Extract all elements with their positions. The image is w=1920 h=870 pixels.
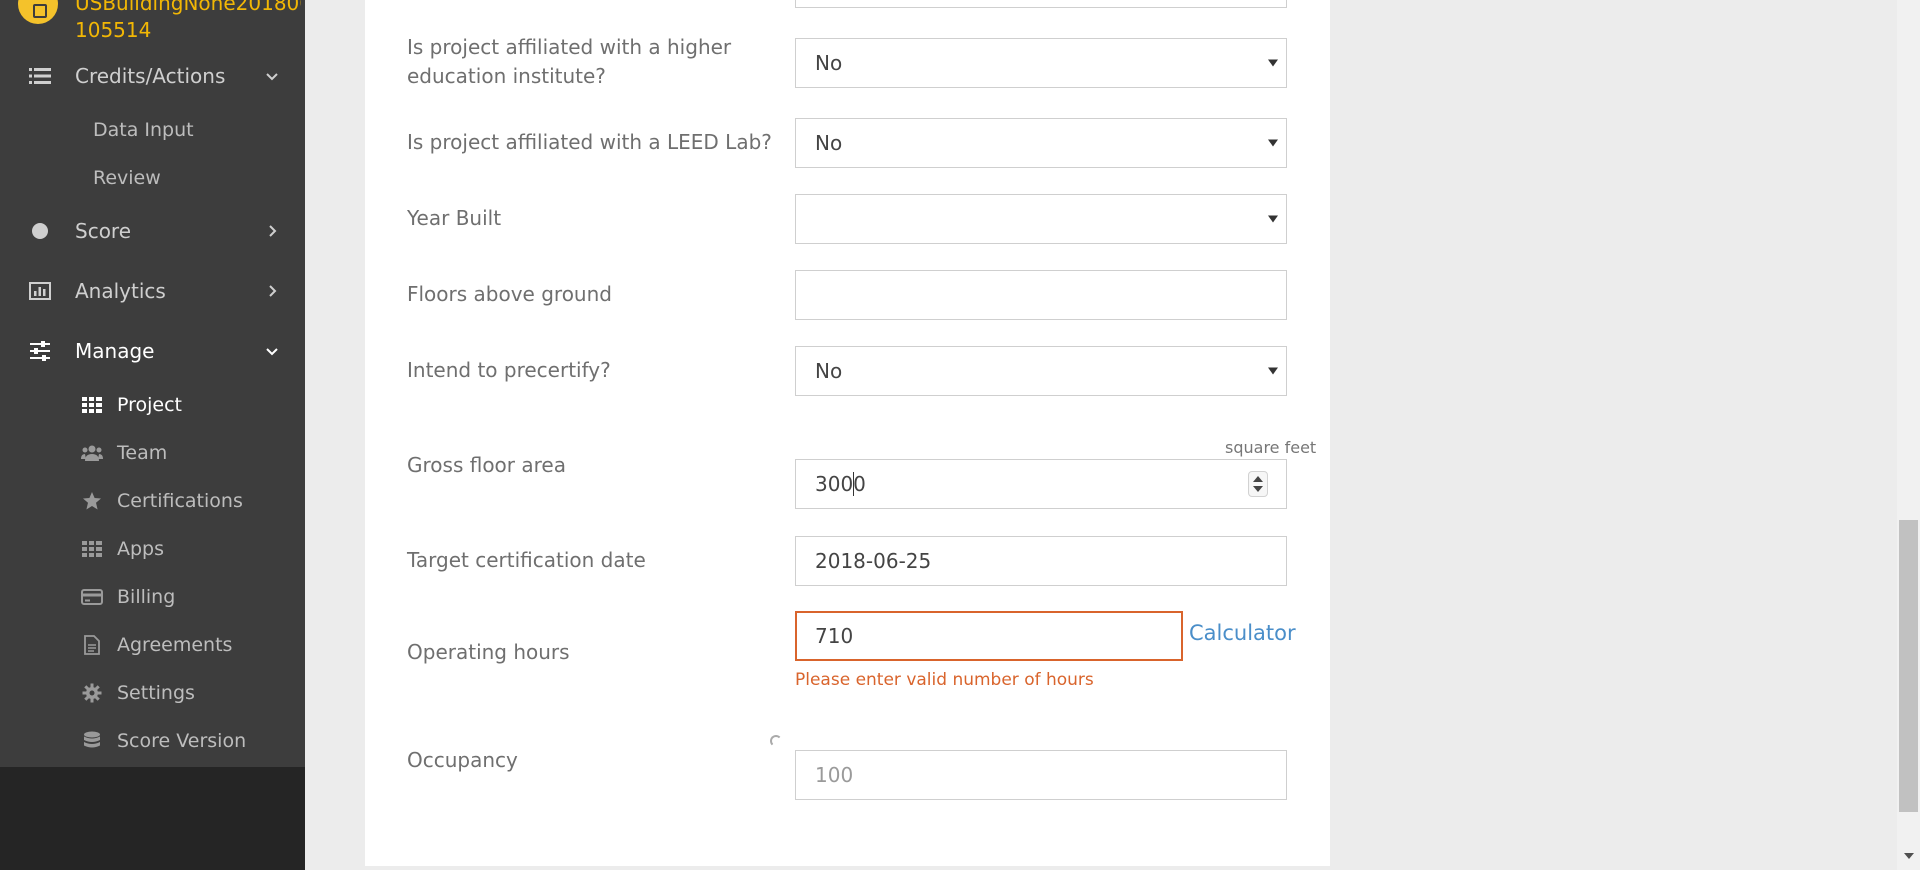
target-date-label: Target certification date — [407, 548, 646, 572]
nav-credits-actions-label: Credits/Actions — [75, 64, 226, 88]
floors-label: Floors above ground — [407, 282, 612, 306]
operating-hours-label: Operating hours — [407, 640, 570, 664]
year-built-select[interactable] — [795, 194, 1287, 244]
sub-item-score-version-label: Score Version — [117, 730, 247, 752]
floors-input[interactable] — [795, 270, 1287, 320]
caret-down-icon — [1268, 59, 1278, 67]
year-built-label: Year Built — [407, 206, 502, 230]
sub-item-data-input[interactable]: Data Input — [0, 108, 305, 152]
main-content: Is project affiliated with a higher educ… — [305, 0, 1897, 870]
sub-item-certifications-label: Certifications — [117, 490, 243, 512]
sub-item-billing[interactable]: Billing — [0, 575, 305, 619]
nav-analytics-label: Analytics — [75, 279, 166, 303]
caret-down-icon — [1268, 215, 1278, 223]
calculator-link[interactable]: Calculator — [1189, 621, 1296, 645]
chevron-right-icon — [269, 225, 277, 237]
higher-ed-value: No — [815, 51, 843, 75]
users-icon — [81, 442, 103, 464]
precertify-value: No — [815, 359, 843, 383]
sidebar-menu: USBuildingNone2018061 105514 Credits/Act… — [0, 0, 305, 767]
project-name-line2: 105514 — [75, 18, 152, 42]
bar-chart-icon — [28, 279, 52, 303]
sub-item-project[interactable]: Project — [0, 383, 305, 427]
target-date-value: 2018-06-25 — [815, 549, 932, 573]
chevron-down-icon — [266, 73, 278, 81]
text-cursor — [853, 472, 854, 496]
scroll-down-arrow-icon[interactable] — [1904, 853, 1914, 859]
sub-item-review[interactable]: Review — [0, 156, 305, 200]
sub-item-settings-label: Settings — [117, 682, 195, 704]
chevron-down-icon — [266, 348, 278, 356]
grid-icon — [81, 394, 103, 416]
leed-lab-select[interactable]: No — [795, 118, 1287, 168]
gross-floor-area-label: Gross floor area — [407, 453, 566, 477]
gear-icon — [81, 682, 103, 704]
list-icon — [28, 64, 52, 88]
sub-item-review-label: Review — [93, 167, 161, 189]
project-name-line1: USBuildingNone2018061 — [75, 0, 301, 15]
circle-icon — [28, 219, 52, 243]
leed-lab-label: Is project affiliated with a LEED Lab? — [407, 130, 772, 154]
loading-spinner-icon — [770, 735, 782, 747]
sub-item-billing-label: Billing — [117, 586, 176, 608]
sub-item-apps[interactable]: Apps — [0, 527, 305, 571]
sub-item-team[interactable]: Team — [0, 431, 305, 475]
caret-down-icon — [1268, 367, 1278, 375]
sub-item-team-label: Team — [117, 442, 168, 464]
chevron-right-icon — [269, 285, 277, 297]
nav-analytics[interactable]: Analytics — [0, 267, 305, 315]
sub-item-settings[interactable]: Settings — [0, 671, 305, 715]
project-name: USBuildingNone2018061 105514 — [75, 0, 301, 42]
sub-item-project-label: Project — [117, 394, 183, 416]
nav-manage-label: Manage — [75, 339, 155, 363]
nav-score[interactable]: Score — [0, 207, 305, 255]
higher-ed-select[interactable]: No — [795, 38, 1287, 88]
previous-field[interactable] — [795, 0, 1287, 8]
project-details-card: Is project affiliated with a higher educ… — [365, 0, 1330, 866]
building-icon — [18, 0, 58, 24]
apps-grid-icon — [81, 538, 103, 560]
occupancy-value: 100 — [815, 763, 854, 787]
leed-lab-value: No — [815, 131, 843, 155]
sub-item-agreements[interactable]: Agreements — [0, 623, 305, 667]
star-icon — [81, 490, 103, 512]
sub-item-apps-label: Apps — [117, 538, 165, 560]
sliders-icon — [28, 339, 52, 363]
operating-hours-input[interactable]: 710 — [795, 611, 1183, 661]
occupancy-input[interactable]: 100 — [795, 750, 1287, 800]
nav-credits-actions[interactable]: Credits/Actions — [0, 52, 305, 100]
operating-hours-error: Please enter valid number of hours — [795, 670, 1094, 690]
sub-item-data-input-label: Data Input — [93, 119, 194, 141]
number-spinner[interactable] — [1248, 471, 1268, 497]
database-icon — [81, 730, 103, 752]
nav-manage[interactable]: Manage — [0, 327, 305, 375]
target-date-input[interactable]: 2018-06-25 — [795, 536, 1287, 586]
credit-card-icon — [81, 586, 103, 608]
sub-item-certifications[interactable]: Certifications — [0, 479, 305, 523]
scrollbar-thumb[interactable] — [1899, 520, 1918, 812]
sub-item-score-version[interactable]: Score Version — [0, 719, 305, 763]
document-icon — [81, 634, 103, 656]
sub-item-agreements-label: Agreements — [117, 634, 233, 656]
precertify-select[interactable]: No — [795, 346, 1287, 396]
precertify-label: Intend to precertify? — [407, 358, 611, 382]
caret-down-icon — [1268, 139, 1278, 147]
operating-hours-value: 710 — [815, 624, 854, 648]
occupancy-label: Occupancy — [407, 748, 518, 772]
project-header[interactable]: USBuildingNone2018061 105514 — [0, 0, 305, 42]
nav-score-label: Score — [75, 219, 132, 243]
gross-floor-area-value: 3000 — [815, 472, 866, 496]
sidebar: USBuildingNone2018061 105514 Credits/Act… — [0, 0, 305, 870]
unit-label: square feet — [1225, 438, 1317, 457]
gross-floor-area-input[interactable]: 3000 — [795, 459, 1287, 509]
higher-ed-label: Is project affiliated with a higher educ… — [407, 35, 732, 88]
